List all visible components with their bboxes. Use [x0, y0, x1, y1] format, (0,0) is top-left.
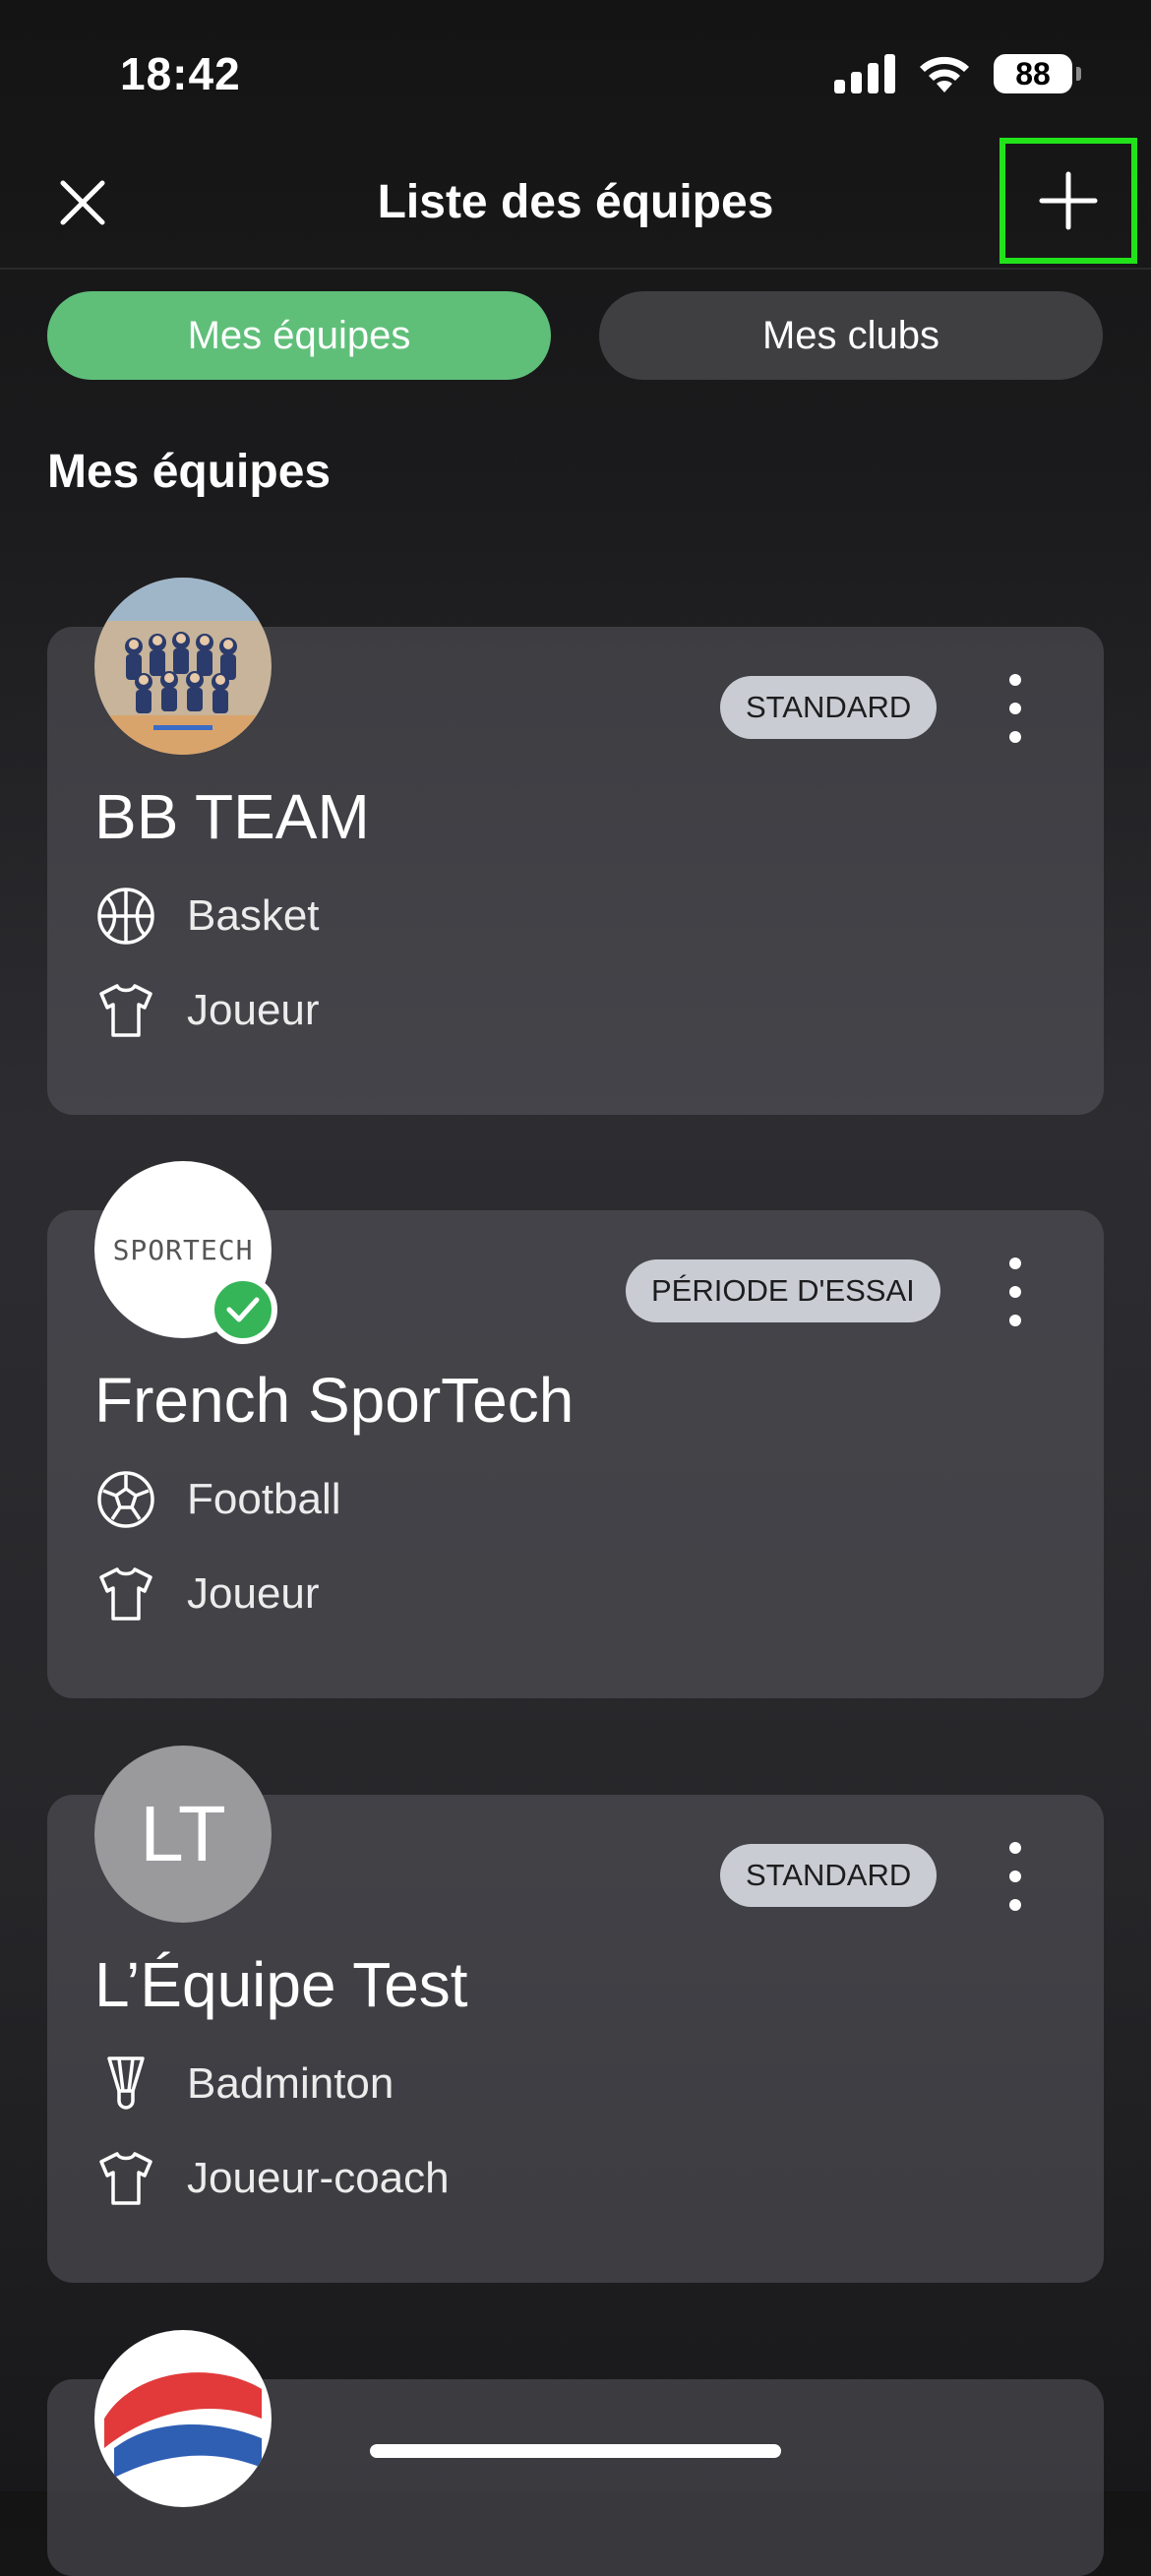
- plan-badge: PÉRIODE D'ESSAI: [626, 1259, 940, 1322]
- verified-badge: [209, 1275, 277, 1344]
- status-time: 18:42: [120, 48, 241, 99]
- team-avatar: [94, 578, 272, 755]
- role-label: Joueur-coach: [187, 2154, 450, 2202]
- checkmark-icon: [226, 1297, 260, 1322]
- home-indicator: [370, 2444, 781, 2458]
- tab-mes-equipes[interactable]: Mes équipes: [47, 291, 551, 380]
- nav-bar: Liste des équipes: [0, 138, 1151, 270]
- team-card-partial[interactable]: [47, 2330, 1104, 2576]
- more-options-button[interactable]: [996, 1842, 1035, 1911]
- wifi-icon: [920, 56, 969, 92]
- sport-row: Badminton: [94, 2053, 394, 2116]
- more-options-button[interactable]: [996, 1257, 1035, 1326]
- status-icons: 88: [834, 53, 1081, 94]
- role-row: Joueur-coach: [94, 2147, 450, 2210]
- page-title: Liste des équipes: [377, 176, 774, 228]
- basketball-icon: [94, 885, 157, 948]
- soccer-ball-icon: [94, 1468, 157, 1531]
- team-card-equipe-test[interactable]: LT STANDARD L’Équipe Test Badminton Joue…: [47, 1746, 1104, 2283]
- plan-badge: STANDARD: [720, 1844, 938, 1907]
- team-name: French SporTech: [94, 1365, 575, 1436]
- role-row: Joueur: [94, 1563, 320, 1625]
- battery-indicator: 88: [994, 54, 1081, 93]
- status-bar: 18:42 88: [0, 0, 1151, 138]
- add-team-button[interactable]: [1000, 138, 1137, 264]
- plus-icon: [1039, 171, 1098, 230]
- team-name: L’Équipe Test: [94, 1949, 468, 2020]
- avatar-initials: LT: [140, 1790, 226, 1877]
- shuttlecock-icon: [94, 2053, 157, 2116]
- jersey-icon: [94, 2147, 157, 2210]
- jersey-icon: [94, 1563, 157, 1625]
- signal-icon: [834, 54, 895, 93]
- plan-badge: STANDARD: [720, 676, 938, 739]
- team-card-french-sportech[interactable]: SPORTECH PÉRIODE D'ESSAI French SporTech…: [47, 1161, 1104, 1698]
- team-avatar: SPORTECH: [94, 1161, 277, 1344]
- sport-label: Football: [187, 1475, 341, 1523]
- more-icon: [1009, 1842, 1021, 1854]
- jersey-icon: [94, 979, 157, 1042]
- segmented-tabs: Mes équipes Mes clubs: [47, 291, 1104, 380]
- sport-label: Basket: [187, 891, 320, 940]
- avatar-logo-text: SPORTECH: [112, 1233, 254, 1266]
- team-name: BB TEAM: [94, 781, 370, 852]
- role-row: Joueur: [94, 979, 320, 1042]
- sport-row: Basket: [94, 885, 320, 948]
- team-avatar: LT: [94, 1746, 272, 1923]
- sport-label: Badminton: [187, 2059, 394, 2108]
- section-title: Mes équipes: [47, 446, 332, 498]
- more-options-button[interactable]: [996, 674, 1035, 743]
- more-icon: [1009, 674, 1021, 686]
- team-avatar: [94, 2330, 272, 2507]
- team-card-bb-team[interactable]: STANDARD BB TEAM Basket Joueur: [47, 578, 1104, 1115]
- role-label: Joueur: [187, 1569, 320, 1618]
- sport-row: Football: [94, 1468, 341, 1531]
- tab-mes-clubs[interactable]: Mes clubs: [599, 291, 1103, 380]
- more-icon: [1009, 1257, 1021, 1269]
- role-label: Joueur: [187, 986, 320, 1034]
